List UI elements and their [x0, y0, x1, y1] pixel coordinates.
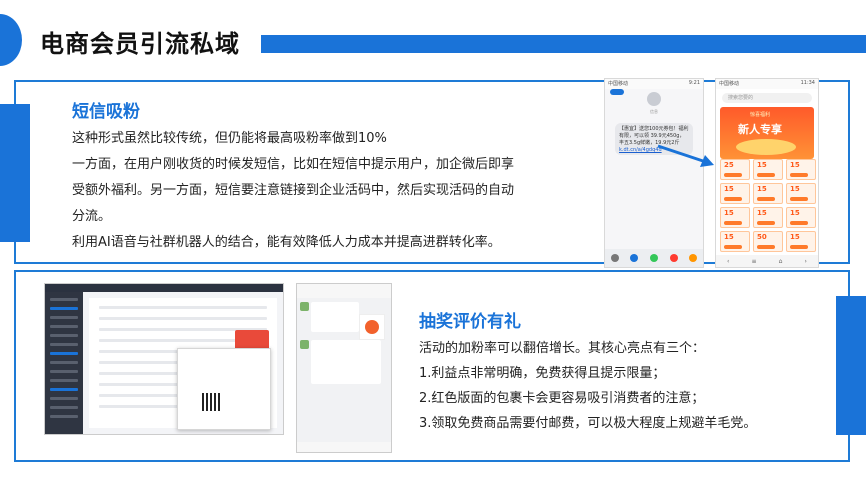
chat-avatar	[300, 302, 309, 311]
admin-topbar	[45, 284, 283, 292]
chat-input-bar	[297, 442, 391, 452]
promo-banner: 惊喜福利 新人专享	[720, 107, 814, 159]
page-title: 电商会员引流私域	[40, 30, 240, 58]
lottery-line-1: 活动的加粉率可以翻倍增长。其核心亮点有三个：	[419, 341, 706, 356]
banner-title: 新人专享	[738, 123, 782, 136]
sms-section-title: 短信吸粉	[72, 102, 140, 122]
chat-message	[311, 340, 381, 384]
camera-icon	[610, 254, 619, 262]
coupon-card: 15	[753, 183, 783, 204]
memoji-icon	[689, 254, 698, 262]
admin-modal	[177, 348, 271, 430]
sms-line-2: 一方面，在用户刚收货的时候发短信，比如在短信中提示用户，加企微后即享	[72, 157, 515, 172]
back-button	[610, 89, 624, 95]
chat-card	[359, 314, 385, 340]
status-bar: 中国移动 11:34	[716, 79, 818, 89]
banner-subtitle: 惊喜福利	[750, 112, 771, 118]
sms-line-4: 分流。	[72, 209, 112, 224]
coupon-card: 15	[720, 183, 750, 204]
chat-screenshot	[296, 283, 392, 453]
lottery-line-2: 1.利益点非常明确，免费获得且提示限量；	[419, 366, 666, 381]
appstore-icon	[630, 254, 639, 262]
sms-line-3: 受额外福利。另一方面，短信要注意链接到企业活码中，然后实现活码的自动	[72, 183, 515, 198]
admin-screenshot	[44, 283, 284, 435]
right-side-tab	[836, 296, 866, 435]
food-image	[736, 139, 796, 155]
lottery-section-title: 抽奖评价有礼	[419, 312, 521, 332]
coupon-grid: 25 15 15 15 15 15 15 15 15 15 50 15	[720, 159, 816, 252]
pay-icon	[649, 254, 658, 262]
status-bar: 中国移动 9:21	[605, 79, 703, 89]
lottery-line-4: 3.领取免费商品需要付邮费，可以极大程度上规避羊毛党。	[419, 416, 757, 431]
sms-line-5: 利用AI语音与社群机器人的结合，能有效降低人力成本并提高进群转化率。	[72, 235, 501, 250]
admin-sidebar	[45, 292, 83, 434]
app-dock	[605, 249, 703, 267]
contact-avatar	[647, 92, 661, 106]
sms-phone-screenshot: 中国移动 9:21 信息 【惠宜】送您100元券包！福利有限，可以领 39.9元4…	[604, 78, 704, 268]
coupon-card: 15	[753, 159, 783, 180]
sms-meta: 信息	[650, 109, 658, 114]
left-side-tab	[0, 104, 30, 242]
search-input: 搜索您要的	[722, 93, 812, 103]
music-icon	[669, 254, 678, 262]
coupon-card: 15	[753, 207, 783, 228]
qr-code	[202, 393, 220, 411]
coupon-card: 15	[786, 183, 816, 204]
sms-line-1: 这种形式虽然比较传统，但仍能将最高吸粉率做到10%	[72, 131, 387, 146]
nav-bar: ‹ ≡ ⌂ ›	[716, 255, 818, 267]
coupon-card: 15	[786, 207, 816, 228]
chat-message	[311, 302, 359, 332]
chat-avatar	[300, 340, 309, 349]
coupon-card: 15	[786, 159, 816, 180]
app-phone-screenshot: 中国移动 11:34 搜索您要的 惊喜福利 新人专享 25 15 15 15 15…	[715, 78, 819, 268]
header-circle-decoration	[0, 14, 22, 66]
arrow-icon	[657, 144, 714, 167]
chat-header	[297, 284, 391, 298]
header-bar-decoration	[261, 35, 866, 53]
lottery-line-3: 2.红色版面的包裹卡会更容易吸引消费者的注意；	[419, 391, 705, 406]
coupon-card: 50	[753, 231, 783, 252]
coupon-card: 15	[786, 231, 816, 252]
coupon-card: 25	[720, 159, 750, 180]
coupon-card: 15	[720, 231, 750, 252]
coupon-card: 15	[720, 207, 750, 228]
